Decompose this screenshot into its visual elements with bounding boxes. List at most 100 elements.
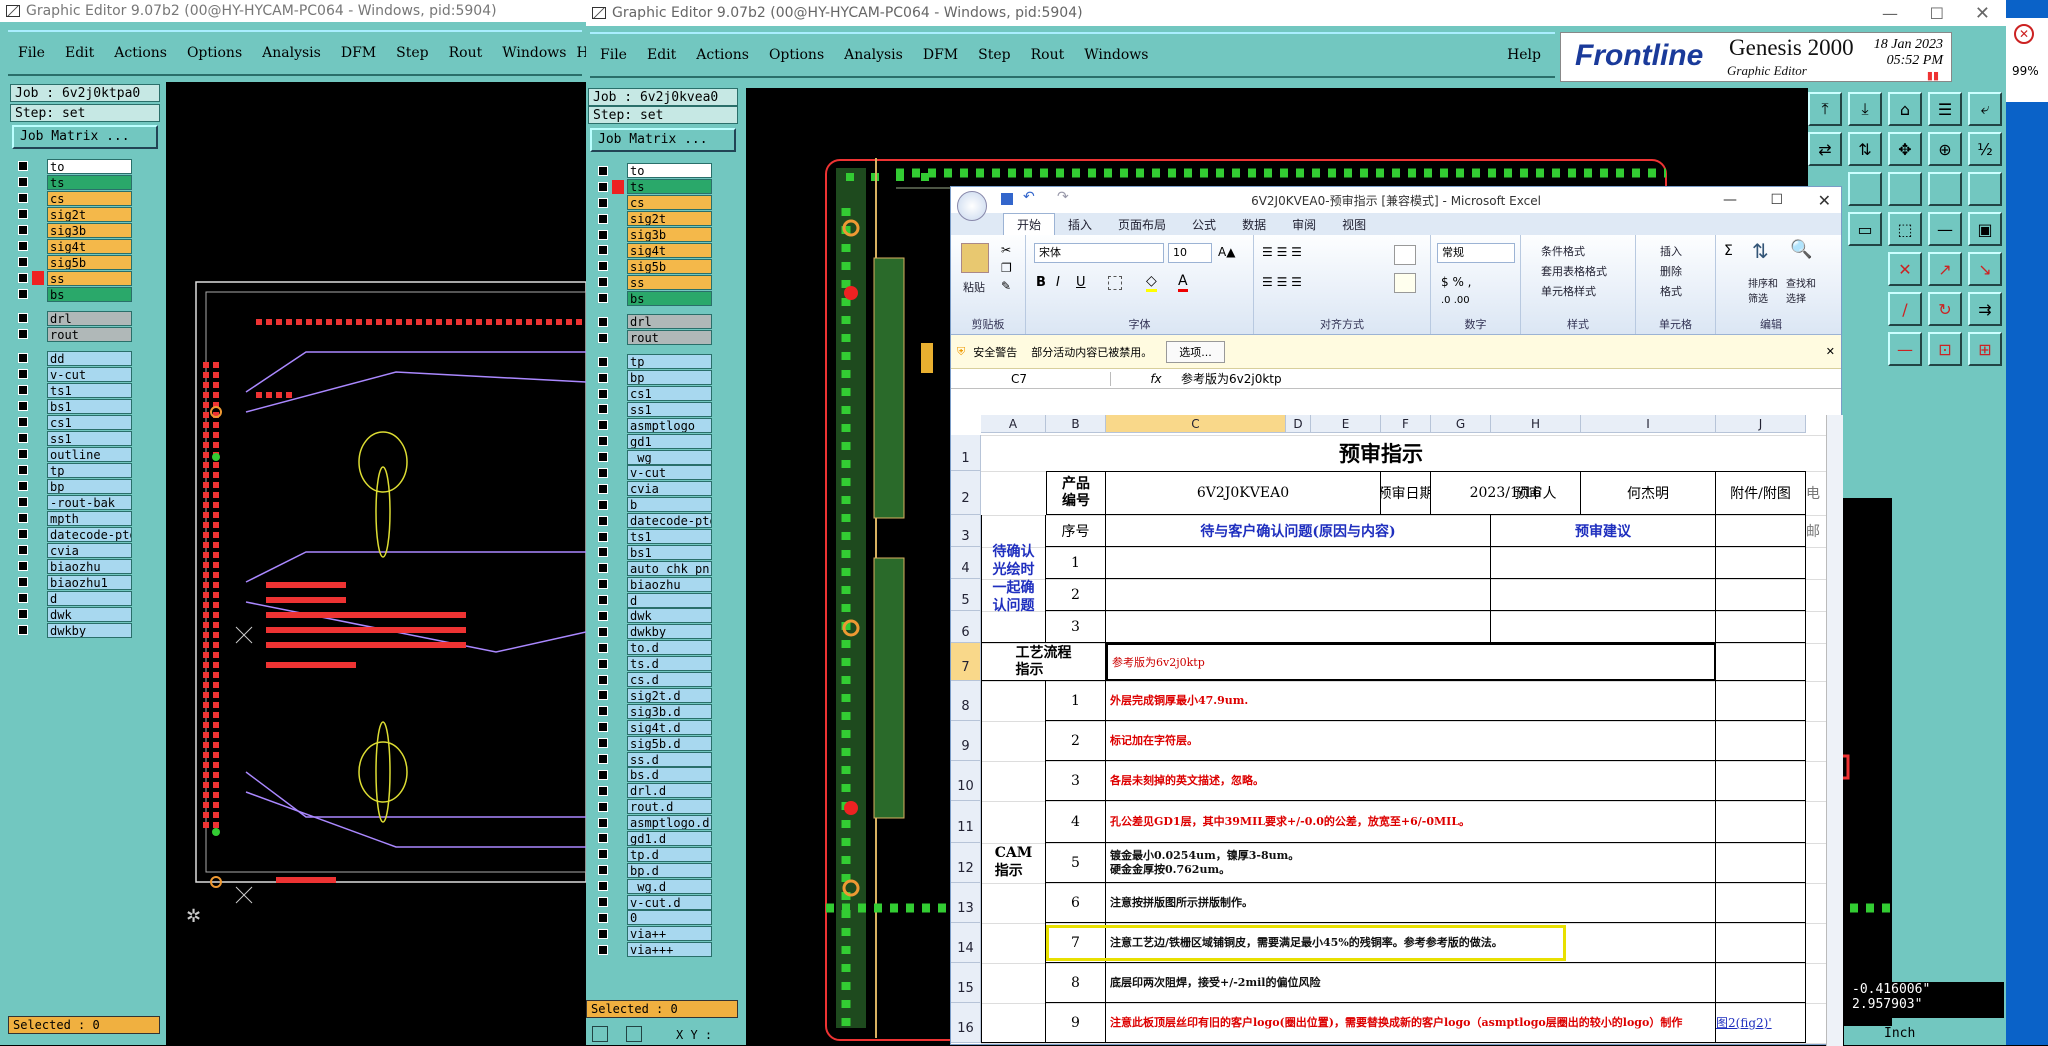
- fill-color-icon[interactable]: ◇: [1146, 273, 1157, 292]
- layer-row[interactable]: v-cut: [14, 366, 132, 382]
- row-header[interactable]: 8: [951, 681, 981, 721]
- row-header[interactable]: 3: [951, 515, 981, 547]
- layer-checkbox[interactable]: [598, 658, 608, 669]
- layer-row[interactable]: sig3b: [594, 227, 712, 243]
- layer-row[interactable]: asmptlogo.d: [594, 815, 712, 831]
- layer-checkbox[interactable]: [598, 483, 608, 494]
- wrap-text-icon[interactable]: [1394, 245, 1416, 265]
- vertical-scrollbar[interactable]: [1826, 415, 1843, 1046]
- cam-item-attachment[interactable]: [1716, 923, 1806, 963]
- menu-actions[interactable]: Actions: [114, 45, 167, 61]
- layer-checkbox[interactable]: [598, 531, 608, 542]
- layer-checkbox[interactable]: [598, 579, 608, 590]
- row-header[interactable]: 15: [951, 963, 981, 1003]
- layer-checkbox[interactable]: [598, 332, 608, 343]
- tool-button[interactable]: /: [1888, 292, 1922, 326]
- layer-row[interactable]: d: [14, 590, 132, 606]
- row-header[interactable]: 1: [951, 435, 981, 471]
- menu-actions[interactable]: Actions: [696, 47, 749, 63]
- layer-checkbox[interactable]: [598, 944, 608, 955]
- layer-checkbox[interactable]: [598, 912, 608, 923]
- layer-checkbox[interactable]: [598, 626, 608, 637]
- ribbon-tab[interactable]: 视图: [1329, 214, 1379, 235]
- layer-checkbox[interactable]: [598, 261, 608, 272]
- row-header[interactable]: 12: [951, 843, 981, 883]
- layer-checkbox[interactable]: [598, 388, 608, 399]
- font-name-box[interactable]: 宋体: [1034, 243, 1164, 263]
- layer-checkbox[interactable]: [598, 881, 608, 892]
- layer-checkbox[interactable]: [18, 369, 28, 379]
- ribbon-tab[interactable]: 页面布局: [1105, 214, 1179, 235]
- layer-row[interactable]: sig2t.d: [594, 687, 712, 704]
- layer-checkbox[interactable]: [18, 289, 28, 299]
- layer-row[interactable]: dwkby: [594, 624, 712, 640]
- paste-icon[interactable]: [961, 243, 989, 273]
- excel-titlebar[interactable]: ↶ ↷ 6V2J0KVEA0-预审指示 [兼容模式] - Microsoft E…: [951, 187, 1841, 221]
- layer-row[interactable]: bp: [14, 478, 132, 494]
- layer-row[interactable]: rout: [14, 326, 132, 342]
- menu-help[interactable]: Help: [576, 45, 586, 61]
- tool-button[interactable]: ▣: [1968, 212, 2002, 246]
- layer-row[interactable]: outline: [14, 446, 132, 462]
- menu-dfm[interactable]: DFM: [341, 45, 376, 61]
- security-options-button[interactable]: 选项...: [1166, 340, 1225, 363]
- layer-checkbox[interactable]: [598, 356, 608, 367]
- font-color-icon[interactable]: A: [1178, 273, 1188, 292]
- layer-checkbox[interactable]: [18, 561, 28, 571]
- layer-checkbox[interactable]: [18, 193, 28, 203]
- layer-row[interactable]: ts1: [594, 529, 712, 545]
- layer-checkbox[interactable]: [18, 625, 28, 635]
- copy-icon[interactable]: ❐: [1001, 261, 1012, 275]
- layer-row[interactable]: ss1: [594, 401, 712, 417]
- menu-dfm[interactable]: DFM: [923, 47, 958, 63]
- tool-button[interactable]: ⬚: [1888, 212, 1922, 246]
- layer-checkbox[interactable]: [598, 595, 608, 606]
- layer-row[interactable]: sig5b.d: [594, 735, 712, 751]
- tool-button[interactable]: ⌂: [1888, 92, 1922, 126]
- layer-row[interactable]: bp: [594, 370, 712, 386]
- row-header[interactable]: 6: [951, 611, 981, 643]
- layer-row[interactable]: rout.d: [594, 799, 712, 815]
- layer-row[interactable]: tp: [594, 354, 712, 370]
- tool-button[interactable]: ✕: [1888, 252, 1922, 286]
- menu-edit[interactable]: Edit: [65, 45, 94, 61]
- sheet-title[interactable]: 预审指示: [1046, 435, 1716, 471]
- layer-row[interactable]: 0: [594, 910, 712, 926]
- cam-item-number[interactable]: 5: [1046, 843, 1106, 883]
- row-header[interactable]: 14: [951, 923, 981, 963]
- layer-checkbox[interactable]: [598, 722, 608, 733]
- cam-item-number[interactable]: 3: [1046, 761, 1106, 801]
- layer-row[interactable]: datecode-pto: [594, 513, 712, 529]
- attachment-label[interactable]: 附件/附图: [1716, 471, 1806, 515]
- layer-checkbox[interactable]: [598, 801, 608, 812]
- layer-checkbox[interactable]: [598, 293, 608, 304]
- cam-item-number[interactable]: 1: [1046, 681, 1106, 721]
- layer-checkbox[interactable]: [598, 849, 608, 860]
- cam-item-attachment[interactable]: 图2(fig2)': [1716, 1003, 1806, 1043]
- cam-item-number[interactable]: 7: [1046, 923, 1106, 963]
- tool-button[interactable]: ↻: [1928, 292, 1962, 326]
- layer-checkbox[interactable]: [18, 177, 28, 187]
- row-header[interactable]: 10: [951, 761, 981, 801]
- redo-icon[interactable]: ↷: [1057, 189, 1069, 205]
- layer-checkbox[interactable]: [18, 497, 28, 507]
- question-number[interactable]: 3: [1046, 611, 1106, 643]
- layer-row[interactable]: mpth: [14, 510, 132, 526]
- row-header[interactable]: 5: [951, 579, 981, 611]
- cam-item-text[interactable]: 孔公差见GD1层，其中39MIL要求+/-0.0的公差，放宽至+6/-0MIL。: [1106, 801, 1716, 843]
- layer-checkbox[interactable]: [598, 277, 608, 288]
- question-text[interactable]: [1106, 547, 1491, 579]
- job-matrix-button-2[interactable]: Job Matrix ...: [590, 128, 736, 152]
- layer-row[interactable]: _wg: [594, 449, 712, 465]
- tool-button[interactable]: [1888, 172, 1922, 206]
- column-header[interactable]: I: [1581, 415, 1716, 433]
- menu-windows[interactable]: Windows: [1084, 47, 1148, 63]
- layer-row[interactable]: -rout-bak: [14, 494, 132, 510]
- row-header[interactable]: 16: [951, 1003, 981, 1043]
- layer-row[interactable]: ss: [14, 270, 132, 286]
- formula-input[interactable]: 参考版为6v2j0ktp: [1171, 370, 1282, 387]
- align-top-icon[interactable]: ☰ ☰ ☰: [1262, 245, 1302, 259]
- menu-file[interactable]: File: [600, 47, 627, 63]
- cam-item-attachment[interactable]: [1716, 761, 1806, 801]
- layer-row[interactable]: via+++: [594, 942, 712, 958]
